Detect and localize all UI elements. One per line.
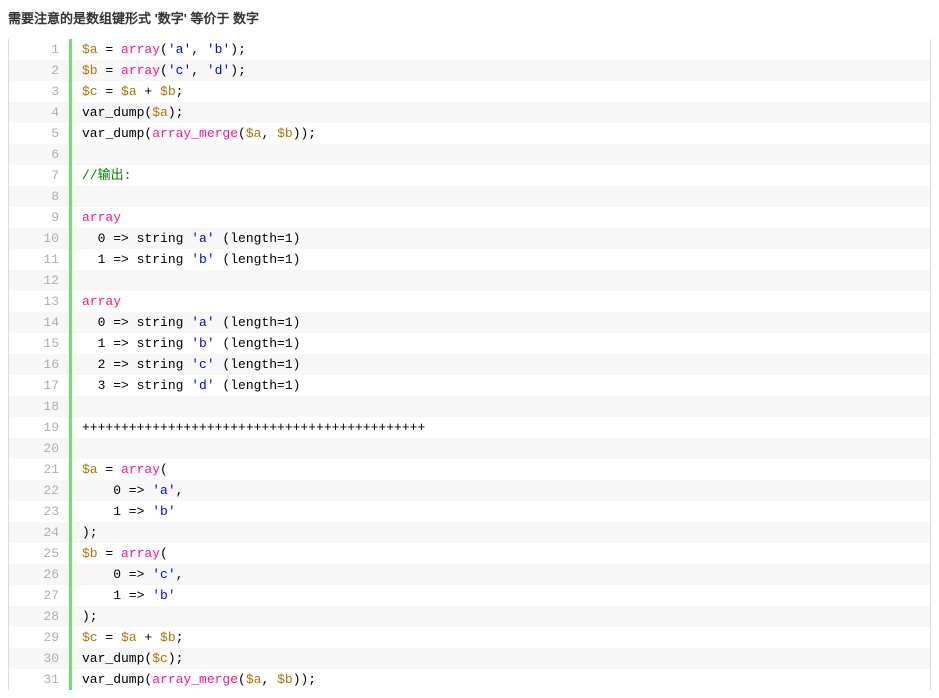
code-line: 18 <box>9 396 930 417</box>
code-content: 1 => string 'b' (length=1) <box>72 333 930 354</box>
line-number: 25 <box>9 543 72 564</box>
code-content: var_dump(array_merge($a, $b)); <box>72 123 930 144</box>
code-line: 27 1 => 'b' <box>9 585 930 606</box>
code-content: ); <box>72 522 930 543</box>
line-number: 27 <box>9 585 72 606</box>
code-content: 0 => 'a', <box>72 480 930 501</box>
code-line: 20 <box>9 438 930 459</box>
code-content: $c = $a + $b; <box>72 81 930 102</box>
code-content: $b = array('c', 'd'); <box>72 60 930 81</box>
line-number: 14 <box>9 312 72 333</box>
line-number: 16 <box>9 354 72 375</box>
code-line: 5var_dump(array_merge($a, $b)); <box>9 123 930 144</box>
code-line: 2$b = array('c', 'd'); <box>9 60 930 81</box>
code-line: 7//输出: <box>9 165 930 186</box>
code-block: 1$a = array('a', 'b');2$b = array('c', '… <box>8 39 931 690</box>
line-number: 1 <box>9 39 72 60</box>
line-number: 9 <box>9 207 72 228</box>
code-line: 30var_dump($c); <box>9 648 930 669</box>
line-number: 7 <box>9 165 72 186</box>
code-line: 31var_dump(array_merge($a, $b)); <box>9 669 930 690</box>
code-content: var_dump($a); <box>72 102 930 123</box>
code-content: array <box>72 291 930 312</box>
line-number: 22 <box>9 480 72 501</box>
line-number: 21 <box>9 459 72 480</box>
code-content: //输出: <box>72 165 930 186</box>
line-number: 24 <box>9 522 72 543</box>
code-line: 16 2 => string 'c' (length=1) <box>9 354 930 375</box>
code-line: 17 3 => string 'd' (length=1) <box>9 375 930 396</box>
code-line: 9array <box>9 207 930 228</box>
code-line: 14 0 => string 'a' (length=1) <box>9 312 930 333</box>
line-number: 19 <box>9 417 72 438</box>
line-number: 29 <box>9 627 72 648</box>
line-number: 26 <box>9 564 72 585</box>
line-number: 18 <box>9 396 72 417</box>
code-line: 13array <box>9 291 930 312</box>
line-number: 10 <box>9 228 72 249</box>
line-number: 8 <box>9 186 72 207</box>
code-line: 6 <box>9 144 930 165</box>
code-line: 19++++++++++++++++++++++++++++++++++++++… <box>9 417 930 438</box>
line-number: 20 <box>9 438 72 459</box>
code-line: 4var_dump($a); <box>9 102 930 123</box>
line-number: 13 <box>9 291 72 312</box>
line-number: 17 <box>9 375 72 396</box>
code-line: 8 <box>9 186 930 207</box>
code-content <box>72 186 930 207</box>
code-content <box>72 438 930 459</box>
line-number: 3 <box>9 81 72 102</box>
code-line: 28); <box>9 606 930 627</box>
line-number: 2 <box>9 60 72 81</box>
code-content: 0 => string 'a' (length=1) <box>72 312 930 333</box>
code-line: 25$b = array( <box>9 543 930 564</box>
code-line: 26 0 => 'c', <box>9 564 930 585</box>
line-number: 11 <box>9 249 72 270</box>
line-number: 4 <box>9 102 72 123</box>
line-number: 30 <box>9 648 72 669</box>
code-line: 12 <box>9 270 930 291</box>
code-content: 3 => string 'd' (length=1) <box>72 375 930 396</box>
code-line: 23 1 => 'b' <box>9 501 930 522</box>
line-number: 6 <box>9 144 72 165</box>
code-content: var_dump($c); <box>72 648 930 669</box>
code-line: 15 1 => string 'b' (length=1) <box>9 333 930 354</box>
code-line: 22 0 => 'a', <box>9 480 930 501</box>
code-content: ); <box>72 606 930 627</box>
code-line: 29$c = $a + $b; <box>9 627 930 648</box>
code-line: 21$a = array( <box>9 459 930 480</box>
code-content: $a = array( <box>72 459 930 480</box>
code-content <box>72 144 930 165</box>
code-content: var_dump(array_merge($a, $b)); <box>72 669 930 690</box>
code-content: ++++++++++++++++++++++++++++++++++++++++… <box>72 417 930 438</box>
code-line: 1$a = array('a', 'b'); <box>9 39 930 60</box>
code-content: array <box>72 207 930 228</box>
code-content <box>72 270 930 291</box>
code-line: 3$c = $a + $b; <box>9 81 930 102</box>
code-line: 10 0 => string 'a' (length=1) <box>9 228 930 249</box>
code-content: $c = $a + $b; <box>72 627 930 648</box>
code-content <box>72 396 930 417</box>
code-content: 1 => 'b' <box>72 585 930 606</box>
line-number: 31 <box>9 669 72 690</box>
code-content: 1 => string 'b' (length=1) <box>72 249 930 270</box>
code-content: $a = array('a', 'b'); <box>72 39 930 60</box>
line-number: 5 <box>9 123 72 144</box>
code-content: 1 => 'b' <box>72 501 930 522</box>
code-line: 11 1 => string 'b' (length=1) <box>9 249 930 270</box>
code-content: 0 => 'c', <box>72 564 930 585</box>
code-line: 24); <box>9 522 930 543</box>
line-number: 23 <box>9 501 72 522</box>
page-title: 需要注意的是数组键形式 '数字' 等价于 数字 <box>8 8 931 27</box>
line-number: 28 <box>9 606 72 627</box>
code-content: 0 => string 'a' (length=1) <box>72 228 930 249</box>
code-content: $b = array( <box>72 543 930 564</box>
code-content: 2 => string 'c' (length=1) <box>72 354 930 375</box>
line-number: 15 <box>9 333 72 354</box>
line-number: 12 <box>9 270 72 291</box>
